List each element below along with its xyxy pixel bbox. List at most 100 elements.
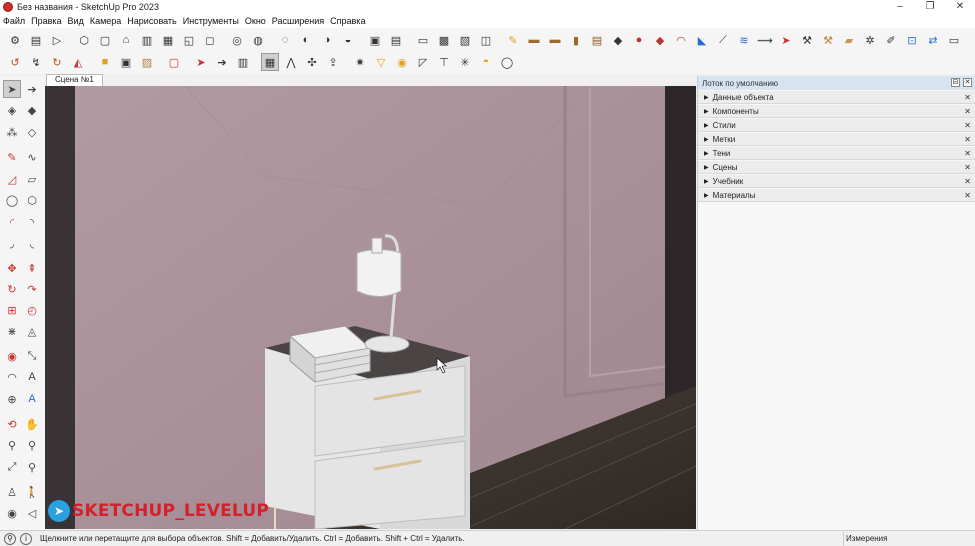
- section-display-icon[interactable]: ▤: [387, 31, 405, 49]
- tray-pin-button[interactable]: ⊟: [951, 78, 960, 87]
- dimension-icon[interactable]: ⊡: [903, 31, 921, 49]
- red-arrow-icon[interactable]: ➤: [777, 31, 795, 49]
- shaded-textures-icon[interactable]: ◒: [339, 31, 357, 49]
- paint-bucket-icon[interactable]: ◈: [3, 101, 21, 119]
- hidden-line-icon[interactable]: ◐: [297, 31, 315, 49]
- tray-item-materials[interactable]: ▶ Материалы ✕: [698, 189, 975, 202]
- shaded-icon[interactable]: ◑: [318, 31, 336, 49]
- dome-icon[interactable]: ◓: [477, 53, 495, 71]
- tray-item-close-icon[interactable]: ✕: [964, 177, 971, 186]
- three-point-arc-icon[interactable]: ◞: [3, 234, 21, 252]
- tray-item-styles[interactable]: ▶ Стили ✕: [698, 119, 975, 132]
- tray-item-instructor[interactable]: ▶ Учебник ✕: [698, 175, 975, 188]
- menu-edit[interactable]: Правка: [31, 16, 61, 26]
- box-open-icon[interactable]: ▨: [138, 53, 156, 71]
- rotate-icon[interactable]: ↻: [3, 280, 21, 298]
- section-plane-tool-icon[interactable]: ◁: [23, 504, 41, 522]
- orbit-icon[interactable]: ⟲: [3, 415, 21, 433]
- solid-icon[interactable]: ◬: [23, 322, 41, 340]
- extra-tool-icon[interactable]: ▭: [945, 31, 963, 49]
- tray-item-entity-info[interactable]: ▶ Данные объекта ✕: [698, 91, 975, 104]
- tray-item-shadows[interactable]: ▶ Тени ✕: [698, 147, 975, 160]
- wand-icon[interactable]: ⟿: [756, 31, 774, 49]
- walk-icon[interactable]: 🚶: [23, 483, 41, 501]
- tray-item-close-icon[interactable]: ✕: [964, 163, 971, 172]
- pointer-icon[interactable]: ➔: [213, 53, 231, 71]
- document-icon[interactable]: ▤: [27, 31, 45, 49]
- back-edges-icon[interactable]: ◍: [249, 31, 267, 49]
- rectangle-icon[interactable]: ◿: [3, 170, 21, 188]
- model-viewport[interactable]: [45, 86, 696, 529]
- extension-warehouse-icon[interactable]: ▧: [456, 31, 474, 49]
- zoom-extents-icon[interactable]: ⤢: [3, 458, 21, 476]
- play-icon[interactable]: ▷: [48, 31, 66, 49]
- menu-draw[interactable]: Нарисовать: [127, 16, 176, 26]
- menu-view[interactable]: Вид: [68, 16, 84, 26]
- axes-tool-icon[interactable]: ✣: [303, 53, 321, 71]
- previous-view-icon[interactable]: ⚲: [23, 458, 41, 476]
- tray-item-close-icon[interactable]: ✕: [964, 135, 971, 144]
- maximize-button[interactable]: ❐: [915, 0, 945, 14]
- drill-icon[interactable]: ⚒: [798, 31, 816, 49]
- top-view-icon[interactable]: ▢: [96, 31, 114, 49]
- tray-item-close-icon[interactable]: ✕: [964, 93, 971, 102]
- scene-tab-1[interactable]: Сцена №1: [46, 74, 103, 86]
- stack-icon[interactable]: ▤: [588, 31, 606, 49]
- model-info-icon[interactable]: ⚙: [6, 31, 24, 49]
- arch-icon[interactable]: ◠: [672, 31, 690, 49]
- pan-icon[interactable]: ✋: [23, 415, 41, 433]
- iso-view-icon[interactable]: ⬡: [75, 31, 93, 49]
- tray-item-close-icon[interactable]: ✕: [964, 121, 971, 130]
- gear-icon[interactable]: ✲: [861, 31, 879, 49]
- dimension-tool-icon[interactable]: ⤡: [23, 347, 41, 365]
- share-model-icon[interactable]: ▩: [435, 31, 453, 49]
- tool-stack-icon[interactable]: ▥: [234, 53, 252, 71]
- tape-measure-icon[interactable]: ◉: [3, 347, 21, 365]
- export-icon[interactable]: ⇪: [324, 53, 342, 71]
- push-pull-icon[interactable]: ⇞: [23, 259, 41, 277]
- pencil-line-icon[interactable]: ✎: [3, 148, 21, 166]
- xray-icon[interactable]: ◎: [228, 31, 246, 49]
- axes-icon[interactable]: ⟋: [714, 31, 732, 49]
- look-around-icon[interactable]: ◉: [3, 504, 21, 522]
- undo-shape-icon[interactable]: ↺: [6, 53, 24, 71]
- menu-camera[interactable]: Камера: [90, 16, 121, 26]
- funnel-icon[interactable]: ▽: [372, 53, 390, 71]
- 3d-text-icon[interactable]: A: [23, 390, 41, 408]
- back-view-icon[interactable]: ▦: [159, 31, 177, 49]
- select-icon[interactable]: ➤: [3, 80, 21, 98]
- follow-me-tool-icon[interactable]: ↷: [23, 280, 41, 298]
- menu-tools[interactable]: Инструменты: [183, 16, 239, 26]
- position-camera-icon[interactable]: ♙: [3, 483, 21, 501]
- tray-item-components[interactable]: ▶ Компоненты ✕: [698, 105, 975, 118]
- minimize-button[interactable]: –: [885, 0, 915, 14]
- tray-close-button[interactable]: ✕: [963, 78, 972, 87]
- select-arrow-icon[interactable]: ➤: [192, 53, 210, 71]
- lock-icon[interactable]: ◫: [477, 31, 495, 49]
- protractor-tool-icon[interactable]: ◠: [3, 368, 21, 386]
- info-icon[interactable]: i: [20, 532, 32, 545]
- front-view-icon[interactable]: ⌂: [117, 31, 135, 49]
- freehand-icon[interactable]: ∿: [23, 148, 41, 166]
- zoom-window-icon[interactable]: ⚲: [23, 436, 41, 454]
- image-tool-icon[interactable]: ▦: [261, 53, 279, 71]
- orange-circle-icon[interactable]: ◉: [393, 53, 411, 71]
- menu-file[interactable]: Файл: [3, 16, 25, 26]
- zoom-icon[interactable]: ⚲: [3, 436, 21, 454]
- red-blob-icon[interactable]: ◆: [651, 31, 669, 49]
- wireframe-icon[interactable]: ◌: [276, 31, 294, 49]
- offset-icon[interactable]: ◴: [23, 301, 41, 319]
- pencil-icon[interactable]: ✎: [504, 31, 522, 49]
- ribbon-icon[interactable]: ≋: [735, 31, 753, 49]
- brush-icon[interactable]: ✐: [882, 31, 900, 49]
- erase-tool-icon[interactable]: ◇: [23, 123, 41, 141]
- box-gray-icon[interactable]: ▣: [117, 53, 135, 71]
- text-icon[interactable]: A: [23, 368, 41, 386]
- geo-location-icon[interactable]: ⚲: [4, 532, 16, 545]
- wood-plank-icon[interactable]: ▰: [840, 31, 858, 49]
- camera-sun-icon[interactable]: ✷: [351, 53, 369, 71]
- right-view-icon[interactable]: ▥: [138, 31, 156, 49]
- box-orange-icon[interactable]: ■: [96, 53, 114, 71]
- menu-extensions[interactable]: Расширения: [272, 16, 324, 26]
- tray-item-close-icon[interactable]: ✕: [964, 107, 971, 116]
